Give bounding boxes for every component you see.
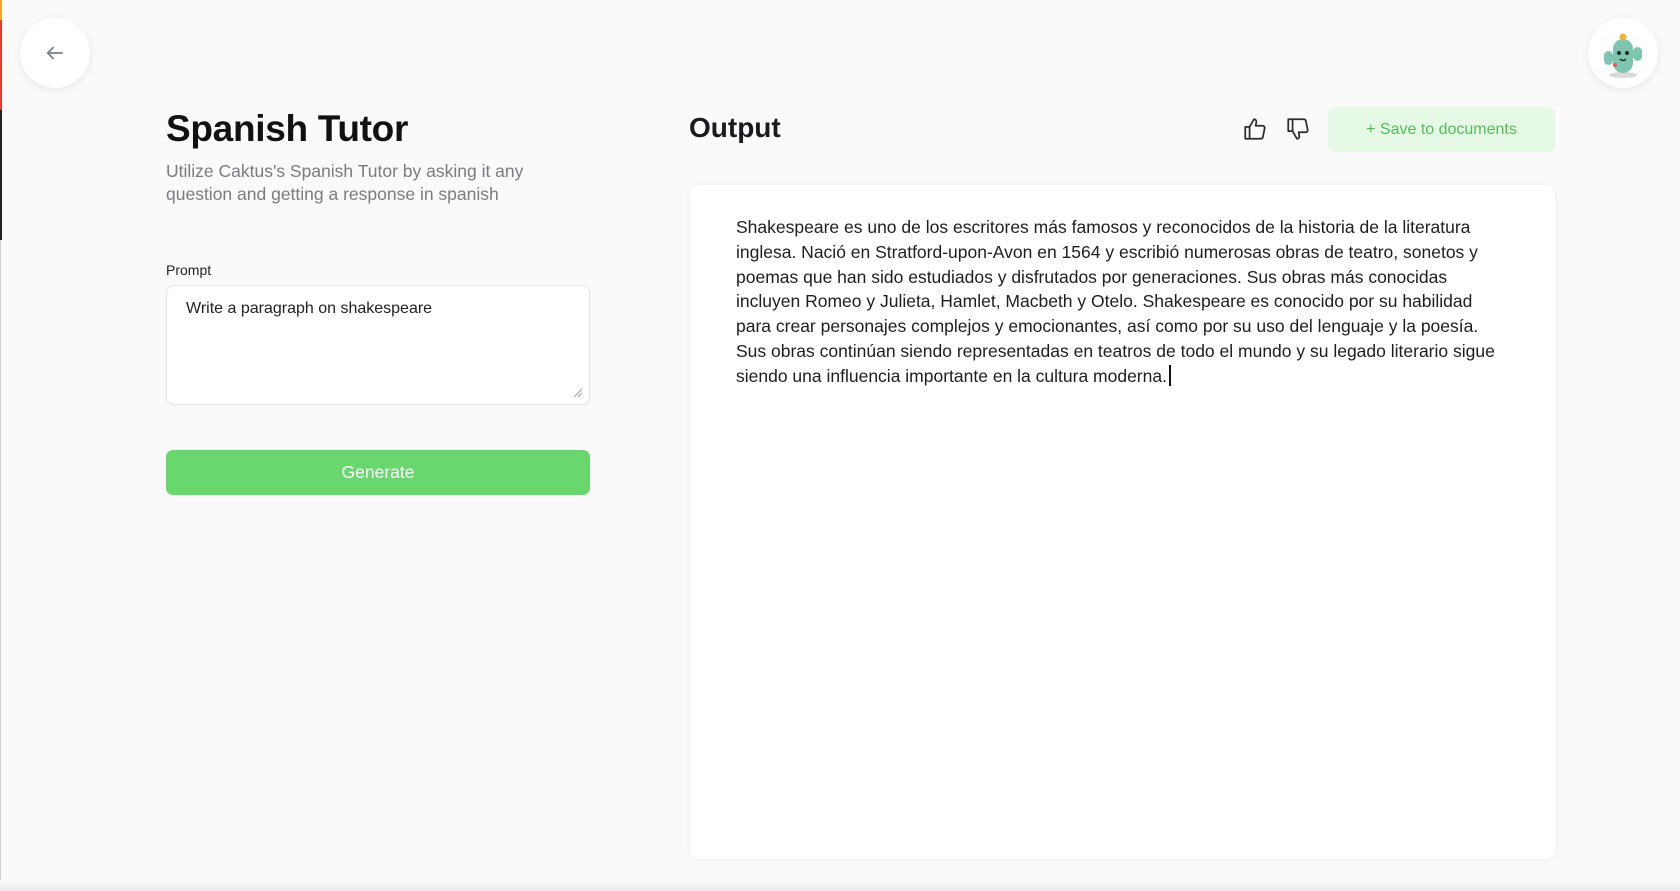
page: Spanish Tutor Utilize Caktus's Spanish T… bbox=[0, 0, 1680, 891]
bottom-shadow bbox=[0, 879, 1680, 891]
window-edge-line bbox=[0, 240, 1, 880]
output-text-area[interactable]: Shakespeare es uno de los escritores más… bbox=[736, 215, 1509, 389]
resize-grip-icon[interactable] bbox=[571, 386, 583, 398]
output-panel[interactable]: Shakespeare es uno de los escritores más… bbox=[690, 185, 1555, 859]
prompt-input[interactable]: Write a paragraph on shakespeare bbox=[166, 285, 590, 405]
tool-form: Spanish Tutor Utilize Caktus's Spanish T… bbox=[166, 108, 590, 495]
text-cursor bbox=[1168, 364, 1171, 386]
user-avatar[interactable] bbox=[1588, 18, 1658, 88]
cactus-avatar-icon bbox=[1604, 33, 1642, 78]
output-title: Output bbox=[689, 112, 781, 143]
thumbs-up-icon[interactable] bbox=[1242, 116, 1268, 142]
prompt-label: Prompt bbox=[166, 262, 212, 278]
save-to-documents-button[interactable]: + Save to documents bbox=[1328, 107, 1555, 152]
output-text: Shakespeare es uno de los escritores más… bbox=[736, 217, 1495, 386]
back-button[interactable] bbox=[20, 18, 90, 88]
page-title: Spanish Tutor bbox=[166, 108, 409, 149]
window-edge-accent bbox=[0, 0, 2, 240]
page-subtitle: Utilize Caktus's Spanish Tutor by asking… bbox=[166, 161, 524, 204]
thumbs-down-icon[interactable] bbox=[1285, 116, 1311, 142]
prompt-input-value: Write a paragraph on shakespeare bbox=[186, 300, 433, 317]
generate-button[interactable]: Generate bbox=[166, 450, 590, 495]
arrow-left-icon bbox=[46, 46, 64, 60]
